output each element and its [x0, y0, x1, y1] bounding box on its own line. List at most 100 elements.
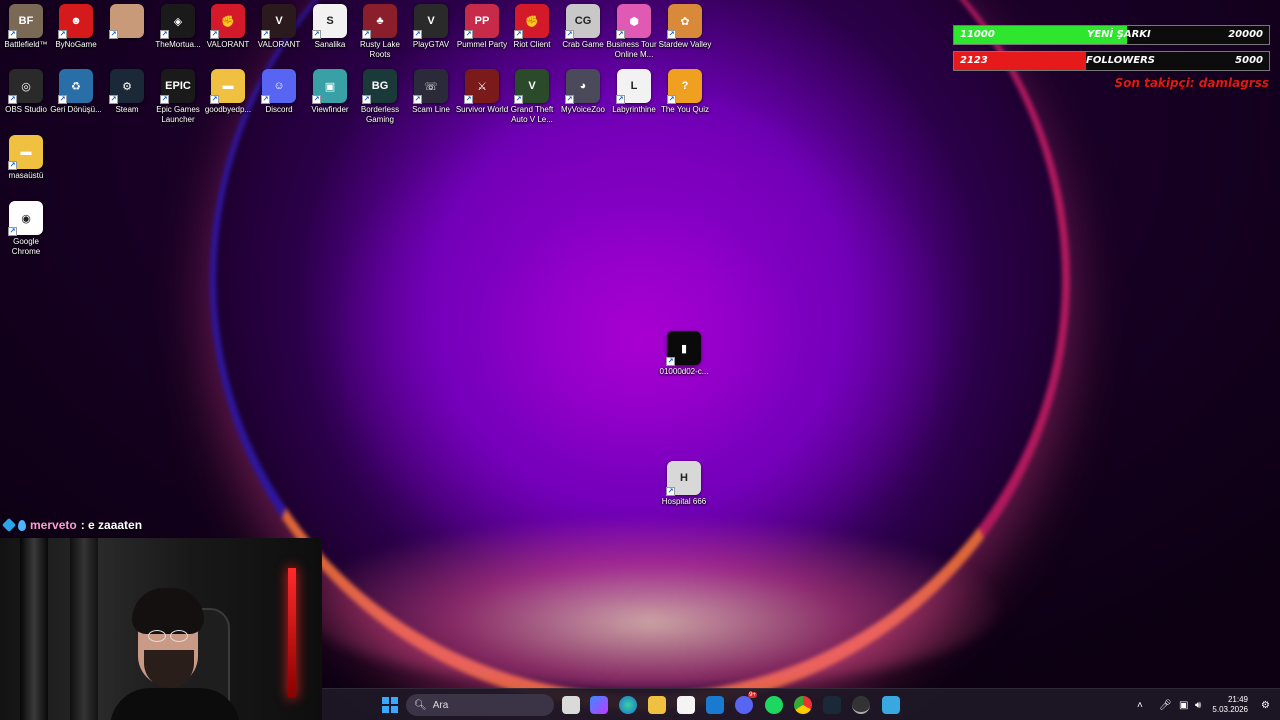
clock-time: 21:49 — [1227, 695, 1248, 704]
app-icon: ◈ ↗ — [160, 4, 195, 39]
desktop-icon-label: Geri Dönüşü... — [50, 105, 102, 114]
shortcut-arrow-icon: ↗ — [261, 30, 270, 39]
desktop-icon-label: goodbyedp... — [204, 105, 252, 114]
app-icon: ▮ ↗ — [666, 331, 701, 366]
taskbar-search[interactable]: 🔍︎ Ara — [406, 694, 554, 716]
shortcut-arrow-icon: ↗ — [362, 95, 371, 104]
edge-icon[interactable] — [619, 696, 637, 714]
app-icon: ◉ ↗ — [8, 201, 43, 236]
search-icon: 🔍︎ — [414, 699, 427, 711]
app-icon: ♣ ↗ — [362, 4, 397, 39]
chat-username: merveto — [30, 518, 77, 532]
clock-date: 5.03.2026 — [1212, 705, 1248, 714]
start-button[interactable] — [380, 695, 400, 715]
desktop-icon-label: Discord — [265, 105, 293, 114]
desktop-icon-label: Epic Games Launcher — [156, 105, 200, 124]
goal-bar-followers: 2123 FOLLOWERS 5000 — [953, 51, 1270, 71]
desktop-icon[interactable]: L ↗ Labyrinthine — [608, 69, 660, 115]
desktop-icon[interactable]: S ↗ Sanalika — [304, 4, 356, 50]
goal-song-max: 20000 — [1228, 29, 1263, 40]
desktop-icon[interactable]: EPIC ↗ Epic Games Launcher — [152, 69, 204, 125]
desktop-icon[interactable]: V ↗ VALORANT — [253, 4, 305, 50]
chat-badge-icon — [1, 517, 17, 533]
desktop-icon[interactable]: ◉ ↗ Google Chrome — [0, 201, 52, 257]
app-icon: ⚙ ↗ — [109, 69, 144, 104]
webcam-led-light — [288, 568, 296, 698]
app-icon: V ↗ — [514, 69, 549, 104]
shortcut-arrow-icon: ↗ — [413, 30, 422, 39]
desktop-icon[interactable]: ☻ ↗ ByNoGame — [50, 4, 102, 50]
goal-followers-current: 2123 — [960, 55, 988, 66]
app-icon: ✿ ↗ — [667, 4, 702, 39]
desktop-icon-label: TheMortua... — [155, 40, 201, 49]
task-view-icon[interactable] — [562, 696, 580, 714]
app-icon: ◎ ↗ — [8, 69, 43, 104]
desktop-icon[interactable]: ⬢ ↗ Business Tour - Online M... — [606, 4, 662, 60]
shortcut-arrow-icon: ↗ — [8, 227, 17, 236]
desktop-icon-label: Riot Client — [513, 40, 551, 49]
desktop-icon[interactable]: ↗ — [101, 4, 153, 40]
file-explorer-icon[interactable] — [648, 696, 666, 714]
app-taskbar-icon[interactable] — [882, 696, 900, 714]
wallpaper-bloom-glow — [300, 520, 1000, 690]
spotify-icon[interactable] — [765, 696, 783, 714]
notification-bell-icon[interactable]: ⚙︎ — [1261, 689, 1270, 720]
desktop-icon[interactable]: ? ↗ The You Quiz — [659, 69, 711, 115]
desktop-icon[interactable]: BF ↗ Battlefield™ — [0, 4, 52, 50]
network-icon[interactable]: ▣ — [1179, 689, 1188, 720]
shortcut-arrow-icon: ↗ — [413, 95, 422, 104]
shortcut-arrow-icon: ↗ — [666, 357, 675, 366]
mail-icon[interactable] — [706, 696, 724, 714]
obs-taskbar-icon[interactable] — [852, 696, 870, 714]
desktop-icon-label: Borderless Gaming — [360, 105, 400, 124]
microphone-icon[interactable]: 🎤︎ — [1159, 689, 1172, 720]
shortcut-arrow-icon: ↗ — [565, 95, 574, 104]
desktop-icon-label: Battlefield™ — [4, 40, 48, 49]
app-icon: ✊ ↗ — [514, 4, 549, 39]
desktop-icon[interactable]: ▬ ↗ masaüstü — [0, 135, 52, 181]
taskbar-clock[interactable]: 21:49 5.03.2026 — [1212, 695, 1248, 715]
desktop-icon-label: Grand Theft Auto V Le... — [510, 105, 554, 124]
goal-followers-max: 5000 — [1235, 55, 1263, 66]
discord-taskbar-icon[interactable]: 9+ — [735, 692, 757, 714]
desktop-icon[interactable]: CG ↗ Crab Game — [557, 4, 609, 50]
tray-chevron-icon[interactable]: ˄ — [1137, 689, 1143, 720]
store-icon[interactable] — [677, 696, 695, 714]
desktop-icon[interactable]: PP ↗ Pummel Party — [456, 4, 508, 50]
desktop-icon[interactable]: ▣ ↗ Viewfinder — [304, 69, 356, 115]
desktop-icon[interactable]: ⚙ ↗ Steam — [101, 69, 153, 115]
desktop-icon-label: Business Tour - Online M... — [606, 40, 662, 59]
desktop-icon[interactable]: ♣ ↗ Rusty Lake Roots — [354, 4, 406, 60]
desktop-icon-label: VALORANT — [257, 40, 301, 49]
desktop-icon[interactable]: ◕ ↗ MyVoiceZoo — [557, 69, 609, 115]
desktop-icon[interactable]: ⚔ ↗ Survivor World — [456, 69, 508, 115]
app-icon: H ↗ — [666, 461, 701, 496]
steam-taskbar-icon[interactable] — [823, 696, 841, 714]
app-icon: EPIC ↗ — [160, 69, 195, 104]
desktop-icon-label: Scam Line — [412, 105, 450, 114]
desktop-icon[interactable]: ✿ ↗ Stardew Valley — [659, 4, 711, 50]
desktop-icon[interactable]: V ↗ Grand Theft Auto V Le... — [506, 69, 558, 125]
desktop-icon[interactable]: BG ↗ Borderless Gaming — [354, 69, 406, 125]
copilot-icon[interactable] — [590, 696, 608, 714]
desktop-icon[interactable]: ▬ ↗ goodbyedp... — [202, 69, 254, 115]
desktop-icon[interactable]: ▮ ↗ 01000d02-c... — [658, 331, 710, 377]
desktop-icon[interactable]: ☺ ↗ Discord — [253, 69, 305, 115]
windows-logo-icon — [382, 697, 398, 713]
app-icon: BG ↗ — [362, 69, 397, 104]
desktop-icon[interactable]: ✊ ↗ Riot Client — [506, 4, 558, 50]
desktop-icon[interactable]: ✊ ↗ VALORANT — [202, 4, 254, 50]
desktop-icon[interactable]: ◎ ↗ OBS Studio — [0, 69, 52, 115]
chrome-taskbar-icon[interactable] — [794, 696, 812, 714]
webcam-streamer-body — [110, 688, 240, 720]
shortcut-arrow-icon: ↗ — [312, 30, 321, 39]
desktop-icon[interactable]: ♻ ↗ Geri Dönüşü... — [50, 69, 102, 115]
shortcut-arrow-icon: ↗ — [464, 30, 473, 39]
desktop-icon[interactable]: V ↗ PlayGTAV — [405, 4, 457, 50]
chat-text: : e zaaaten — [80, 518, 143, 532]
desktop-icon[interactable]: ☏ ↗ Scam Line — [405, 69, 457, 115]
volume-icon[interactable]: 🔊︎ — [1195, 689, 1201, 720]
shortcut-arrow-icon: ↗ — [160, 30, 169, 39]
desktop-icon[interactable]: H ↗ Hospital 666 — [658, 461, 710, 507]
desktop-icon[interactable]: ◈ ↗ TheMortua... — [152, 4, 204, 50]
